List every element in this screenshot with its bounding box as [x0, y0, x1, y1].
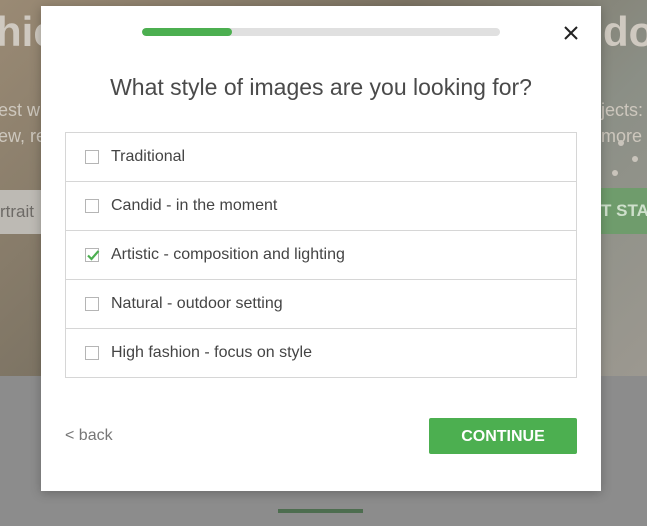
option-candid[interactable]: Candid - in the moment: [66, 182, 576, 231]
background-decoration-dot: [618, 140, 624, 146]
option-label: Artistic - composition and lighting: [111, 246, 345, 263]
option-label: Candid - in the moment: [111, 197, 278, 214]
background-subtext-left-2: ew, re: [0, 126, 47, 146]
option-artistic[interactable]: Artistic - composition and lighting: [66, 231, 576, 280]
progress-bar-fill: [142, 28, 232, 36]
modal-title: What style of images are you looking for…: [110, 74, 532, 100]
checkbox[interactable]: [85, 297, 99, 311]
background-indicator-bar: [278, 509, 363, 513]
option-label: Natural - outdoor setting: [111, 295, 283, 312]
checkbox[interactable]: [85, 150, 99, 164]
option-natural[interactable]: Natural - outdoor setting: [66, 280, 576, 329]
close-button[interactable]: [560, 22, 582, 44]
continue-button[interactable]: CONTINUE: [429, 418, 577, 454]
background-subtext-right-1: jects:: [601, 100, 644, 120]
option-high-fashion[interactable]: High fashion - focus on style: [66, 329, 576, 377]
background-search-input: rtrait: [0, 190, 42, 234]
checkbox[interactable]: [85, 248, 100, 262]
option-traditional[interactable]: Traditional: [66, 133, 576, 182]
background-decoration-dot: [612, 170, 618, 176]
background-start-button: T STA: [601, 188, 647, 234]
back-link[interactable]: < back: [65, 427, 113, 445]
close-icon: [564, 26, 578, 40]
option-label: High fashion - focus on style: [111, 344, 312, 361]
checkmark-icon: [87, 250, 100, 261]
checkbox[interactable]: [85, 199, 99, 213]
progress-bar: [142, 28, 500, 36]
background-decoration-dot: [632, 156, 638, 162]
background-heading-right: do: [603, 8, 647, 55]
style-options-list: Traditional Candid - in the moment Artis…: [65, 132, 577, 378]
style-survey-modal: What style of images are you looking for…: [41, 6, 601, 491]
checkbox[interactable]: [85, 346, 99, 360]
option-label: Traditional: [111, 148, 186, 165]
background-subtext-left-1: est w: [0, 100, 41, 120]
